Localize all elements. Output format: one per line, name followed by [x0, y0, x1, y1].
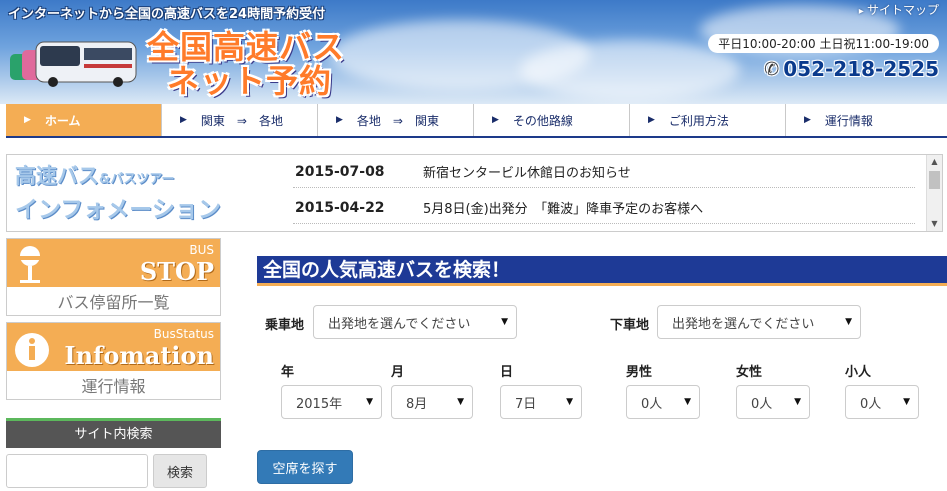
banner-small-label: BUS [189, 243, 214, 257]
news-date: 2015-04-22 [295, 199, 385, 216]
site-logo[interactable]: 全国高速バス ネット予約 [147, 30, 345, 98]
site-search-input[interactable] [6, 454, 148, 488]
cloud-decoration [520, 40, 740, 100]
year-label: 年 [281, 365, 295, 380]
chevron-right-icon: ▶ [180, 115, 187, 125]
news-date: 2015-07-08 [295, 163, 385, 180]
main-nav: ▶ ホーム ▶ 関東 ⇒ 各地 ▶ 各地 ⇒ 関東 ▶ その他路線 ▶ ご利用方法 ▶ 運行… [6, 104, 947, 138]
chevron-right-icon: ▶ [804, 115, 811, 125]
male-count-value: 0人 [641, 396, 663, 412]
banner-background: BusStatus Infomation [7, 323, 220, 371]
bus-illustration-icon [10, 41, 137, 87]
boarding-select-value: 出発地を選んでください [328, 316, 471, 332]
banner-background: BUS STOP [7, 239, 220, 287]
search-seats-button[interactable]: 空席を探す [257, 450, 353, 484]
alighting-label: 下車地 [610, 318, 650, 333]
logo-line1: 全国高速バス [147, 28, 346, 66]
scroll-thumb[interactable] [929, 171, 940, 189]
nav-item-other-routes[interactable]: ▶ その他路線 [474, 104, 630, 136]
banner-caption: バス停留所一覧 [57, 293, 170, 312]
child-label: 小人 [845, 365, 872, 380]
banner-big-label: Infomation [64, 341, 214, 370]
male-label: 男性 [626, 365, 653, 380]
nav-item-label: その他路線 [512, 113, 573, 128]
caret-down-icon: ▼ [794, 397, 801, 407]
site-search-button[interactable]: 検索 [153, 454, 207, 488]
female-count-select[interactable]: 0人 ▼ [736, 385, 810, 419]
caret-down-icon: ▼ [366, 397, 373, 407]
caret-down-icon: ▼ [457, 397, 464, 407]
news-scrollbar[interactable]: ▲ ▼ [926, 155, 942, 231]
chevron-right-icon: ▶ [336, 115, 343, 125]
day-select[interactable]: 7日 ▼ [500, 385, 582, 419]
nav-item-home[interactable]: ▶ ホーム [6, 104, 162, 136]
info-title-line1: 高速バス [15, 164, 99, 188]
info-icon [15, 333, 49, 367]
sitemap-link[interactable]: サイトマップ [859, 1, 939, 18]
female-count-value: 0人 [751, 396, 773, 412]
month-select[interactable]: 8月 ▼ [391, 385, 473, 419]
child-count-select[interactable]: 0人 ▼ [845, 385, 919, 419]
male-count-select[interactable]: 0人 ▼ [626, 385, 700, 419]
caret-down-icon: ▼ [501, 317, 508, 327]
day-label: 日 [500, 365, 514, 380]
chevron-right-icon: ▶ [492, 115, 499, 125]
alighting-select[interactable]: 出発地を選んでください ▼ [657, 305, 861, 339]
caret-down-icon: ▼ [566, 397, 573, 407]
news-title-link[interactable]: 5月8日(金)出発分 「難波」降車予定のお客様へ [423, 198, 703, 217]
nav-item-label: ご利用方法 [668, 113, 729, 128]
caret-down-icon: ▼ [903, 397, 910, 407]
banner-small-label: BusStatus [153, 327, 214, 341]
phone-icon: ✆ [764, 58, 780, 80]
year-select-value: 2015年 [296, 396, 343, 412]
nav-item-kanto-to-regions[interactable]: ▶ 関東 ⇒ 各地 [162, 104, 318, 136]
nav-item-label: 関東 ⇒ 各地 [200, 113, 283, 128]
child-count-value: 0人 [860, 396, 882, 412]
information-title: 高速バス&バスツアー インフォメーション [15, 161, 221, 225]
scroll-down-icon[interactable]: ▼ [927, 217, 942, 231]
info-title-line2: インフォメーション [15, 197, 221, 223]
nav-item-how-to-use[interactable]: ▶ ご利用方法 [630, 104, 786, 136]
news-title-link[interactable]: 新宿センタービル休館日のお知らせ [423, 162, 631, 181]
phone-number-text: 052-218-2525 [783, 57, 939, 81]
information-panel: 高速バス&バスツアー インフォメーション 2015-07-08 新宿センタービル… [6, 154, 943, 232]
banner-caption: 運行情報 [81, 377, 146, 396]
alighting-select-value: 出発地を選んでください [672, 316, 815, 332]
bus-search-heading: 全国の人気高速バスを検索！ [257, 256, 947, 286]
nav-item-label: 各地 ⇒ 関東 [356, 113, 439, 128]
bus-stop-sign-icon [20, 246, 40, 283]
news-item[interactable]: 2015-04-22 5月8日(金)出発分 「難波」降車予定のお客様へ [293, 192, 915, 224]
chevron-right-icon: ▶ [24, 115, 31, 125]
nav-item-regions-to-kanto[interactable]: ▶ 各地 ⇒ 関東 [318, 104, 474, 136]
year-select[interactable]: 2015年 ▼ [281, 385, 382, 419]
month-select-value: 8月 [406, 396, 428, 412]
boarding-label: 乗車地 [265, 318, 305, 333]
caret-down-icon: ▼ [684, 397, 691, 407]
boarding-select[interactable]: 出発地を選んでください ▼ [313, 305, 517, 339]
phone-number: ✆ 052-218-2525 [764, 57, 939, 81]
logo-line2: ネット予約 [167, 62, 333, 100]
nav-item-label: 運行情報 [824, 113, 873, 128]
nav-item-operation-info[interactable]: ▶ 運行情報 [786, 104, 942, 136]
day-select-value: 7日 [515, 396, 537, 412]
info-title-amp: &バスツアー [99, 172, 175, 187]
banner-big-label: STOP [139, 257, 214, 286]
bus-status-banner[interactable]: BusStatus Infomation 運行情報 [6, 322, 221, 400]
site-header: インターネットから全国の高速バスを24時間予約受付 サイトマップ 全国高速バス … [0, 0, 947, 104]
female-label: 女性 [736, 365, 763, 380]
business-hours: 平日10:00-20:00 土日祝11:00-19:00 [708, 34, 939, 53]
chevron-right-icon: ▶ [648, 115, 655, 125]
scroll-up-icon[interactable]: ▲ [927, 155, 942, 169]
news-item[interactable]: 2015-07-08 新宿センタービル休館日のお知らせ [293, 156, 915, 188]
month-label: 月 [391, 365, 405, 380]
site-search-heading: サイト内検索 [6, 418, 221, 448]
site-tagline: インターネットから全国の高速バスを24時間予約受付 [8, 7, 326, 22]
caret-down-icon: ▼ [845, 317, 852, 327]
bus-stop-banner[interactable]: BUS STOP バス停留所一覧 [6, 238, 221, 316]
nav-item-label: ホーム [44, 113, 81, 128]
